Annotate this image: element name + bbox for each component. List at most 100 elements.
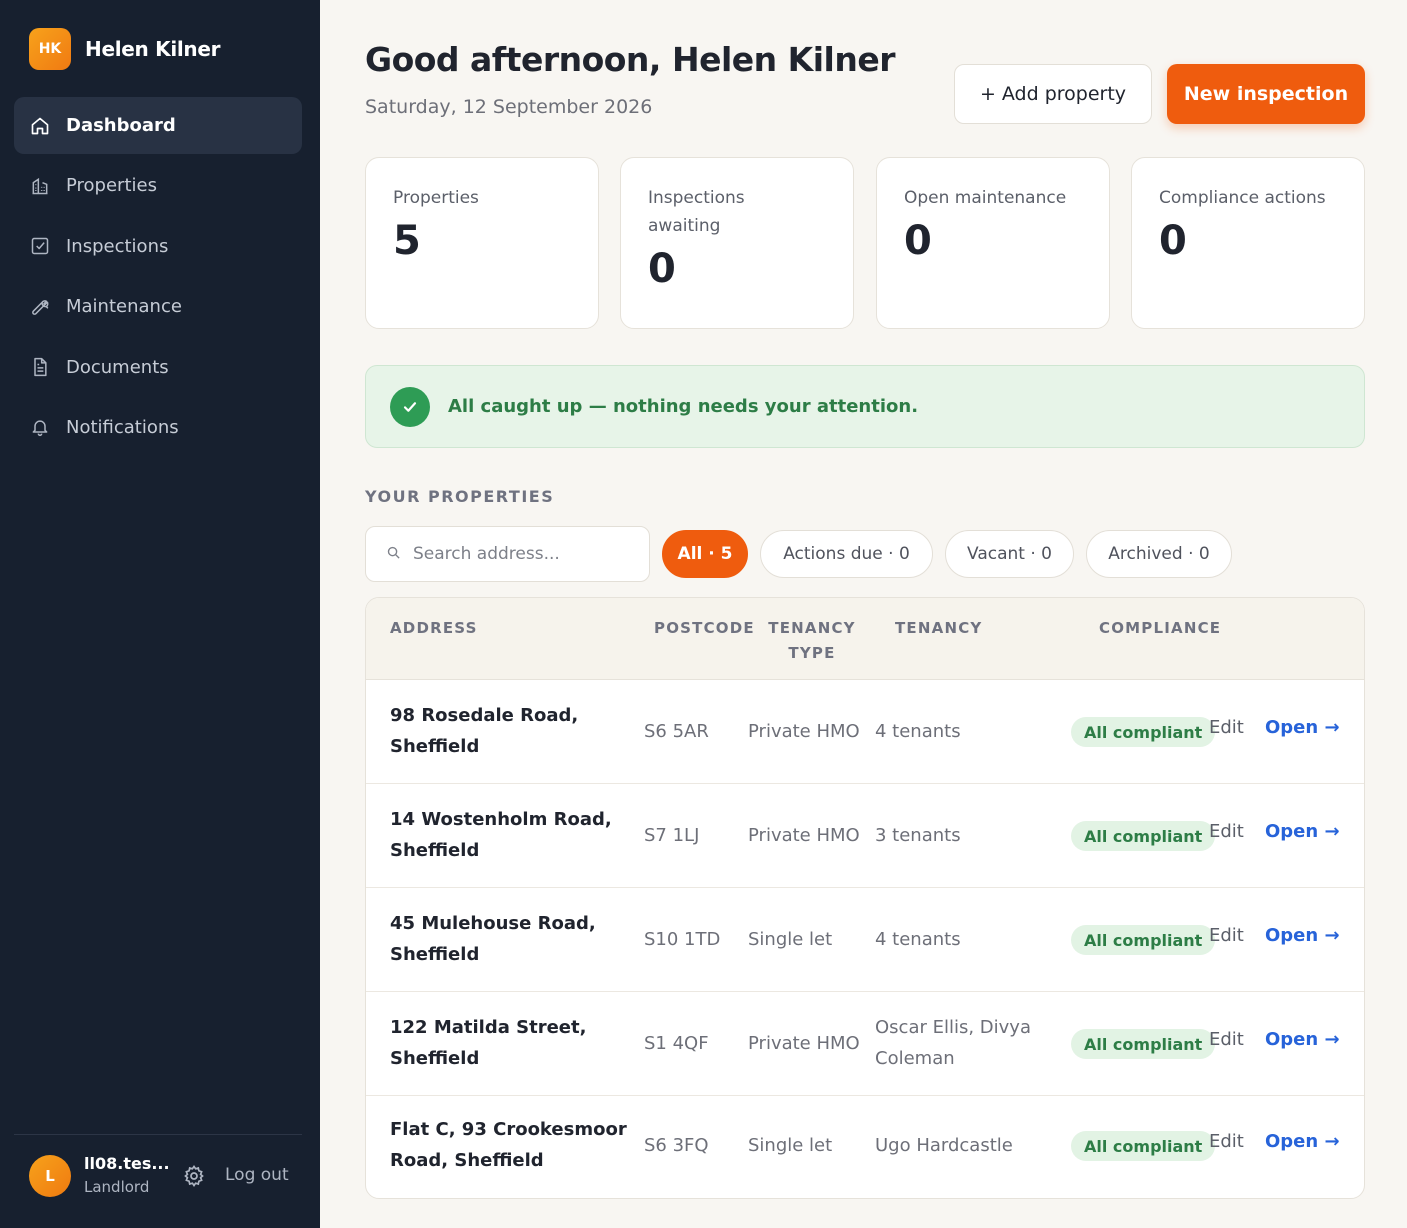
stat-label: Compliance actions: [1159, 188, 1326, 208]
search-input[interactable]: [413, 544, 633, 564]
alert-message: All caught up — nothing needs your atten…: [448, 396, 919, 417]
open-link[interactable]: Open →: [1265, 717, 1340, 738]
user-panel: L ll08.tes... Landlord Log out: [14, 1134, 302, 1228]
stat-value: 0: [1159, 218, 1187, 264]
bell-icon: [30, 417, 50, 437]
table-row[interactable]: 122 Matilda Street, Sheffield S1 4QF Pri…: [366, 992, 1364, 1096]
property-tenancy: Ugo Hardcastle: [875, 1135, 1013, 1156]
filter-all[interactable]: All · 5: [662, 530, 748, 578]
sidebar-item-label: Notifications: [66, 416, 179, 438]
edit-button[interactable]: Edit: [1209, 717, 1244, 738]
property-address[interactable]: 14 Wostenholm Road, Sheffield: [390, 804, 630, 866]
building-icon: [30, 176, 50, 196]
property-tenancy-type: Private HMO: [748, 825, 860, 846]
property-postcode: S6 5AR: [644, 721, 709, 742]
sidebar-item-label: Inspections: [66, 235, 169, 257]
edit-button[interactable]: Edit: [1209, 1131, 1244, 1152]
sidebar-item-label: Dashboard: [66, 115, 176, 136]
open-link[interactable]: Open →: [1265, 925, 1340, 946]
edit-button[interactable]: Edit: [1209, 1029, 1244, 1050]
column-header-tenancy[interactable]: TENANCY: [895, 616, 982, 641]
properties-table: ADDRESS POSTCODE TENANCY TYPE TENANCY CO…: [365, 597, 1365, 1199]
stat-label: Inspections awaiting: [648, 188, 745, 236]
table-row[interactable]: 14 Wostenholm Road, Sheffield S7 1LJ Pri…: [366, 784, 1364, 888]
filter-archived[interactable]: Archived · 0: [1086, 530, 1232, 578]
column-header-tenancy-type[interactable]: TENANCY TYPE: [762, 616, 862, 666]
home-icon: [30, 116, 50, 136]
sidebar-item-label: Maintenance: [66, 296, 182, 318]
edit-button[interactable]: Edit: [1209, 821, 1244, 842]
open-link[interactable]: Open →: [1265, 1131, 1340, 1152]
brand: HK Helen Kilner: [29, 28, 221, 70]
current-date: Saturday, 12 September 2026: [365, 96, 653, 118]
sidebar-item-notifications[interactable]: Notifications: [14, 399, 302, 456]
property-tenancy: 4 tenants: [875, 929, 961, 950]
column-header-compliance[interactable]: COMPLIANCE: [1099, 616, 1221, 641]
stat-card-inspections-awaiting[interactable]: Inspections awaiting 0: [620, 157, 854, 329]
property-postcode: S6 3FQ: [644, 1135, 709, 1156]
property-tenancy-type: Single let: [748, 1135, 833, 1156]
checkbox-icon: [30, 236, 50, 256]
column-header-postcode[interactable]: POSTCODE: [654, 616, 755, 641]
edit-button[interactable]: Edit: [1209, 925, 1244, 946]
sidebar-item-properties[interactable]: Properties: [14, 157, 302, 214]
section-title: YOUR PROPERTIES: [365, 487, 555, 506]
logout-button[interactable]: Log out: [225, 1165, 289, 1185]
open-link[interactable]: Open →: [1265, 1029, 1340, 1050]
gear-icon[interactable]: [182, 1164, 206, 1188]
sidebar-item-inspections[interactable]: Inspections: [14, 218, 302, 275]
search-icon: [386, 545, 401, 564]
property-tenancy-type: Private HMO: [748, 721, 860, 742]
stat-card-compliance-actions[interactable]: Compliance actions 0: [1131, 157, 1365, 329]
property-postcode: S7 1LJ: [644, 825, 700, 846]
property-tenancy: 4 tenants: [875, 721, 961, 742]
add-property-button[interactable]: + Add property: [954, 64, 1152, 124]
sidebar-item-dashboard[interactable]: Dashboard: [14, 97, 302, 154]
column-header-address[interactable]: ADDRESS: [390, 616, 478, 641]
stat-label: Open maintenance: [904, 188, 1067, 208]
property-address[interactable]: Flat C, 93 Crookesmoor Road, Sheffield: [390, 1114, 630, 1176]
stat-card-open-maintenance[interactable]: Open maintenance 0: [876, 157, 1110, 329]
page-title: Good afternoon, Helen Kilner: [365, 40, 895, 79]
status-badge: All compliant: [1071, 925, 1216, 955]
table-row[interactable]: 45 Mulehouse Road, Sheffield S10 1TD Sin…: [366, 888, 1364, 992]
property-address[interactable]: 98 Rosedale Road, Sheffield: [390, 700, 630, 762]
property-postcode: S10 1TD: [644, 929, 721, 950]
property-tenancy: 3 tenants: [875, 825, 961, 846]
stat-value: 0: [904, 218, 932, 264]
sidebar-item-label: Properties: [66, 175, 157, 197]
new-inspection-button[interactable]: New inspection: [1167, 64, 1365, 124]
status-alert: All caught up — nothing needs your atten…: [365, 365, 1365, 448]
property-tenancy-type: Single let: [748, 929, 833, 950]
brand-name: Helen Kilner: [85, 37, 221, 61]
avatar[interactable]: L: [29, 1155, 71, 1197]
search-field[interactable]: [365, 526, 650, 582]
filter-actions-due[interactable]: Actions due · 0: [760, 530, 933, 578]
user-role: Landlord: [84, 1178, 150, 1196]
user-email: ll08.tes...: [84, 1154, 170, 1173]
check-circle-icon: [390, 386, 430, 427]
property-postcode: S1 4QF: [644, 1033, 709, 1054]
open-link[interactable]: Open →: [1265, 821, 1340, 842]
brand-logo: HK: [29, 28, 71, 70]
sidebar-item-documents[interactable]: Documents: [14, 339, 302, 396]
table-header: ADDRESS POSTCODE TENANCY TYPE TENANCY CO…: [366, 598, 1364, 680]
document-icon: [30, 357, 50, 377]
sidebar-item-maintenance[interactable]: Maintenance: [14, 278, 302, 335]
table-row[interactable]: 98 Rosedale Road, Sheffield S6 5AR Priva…: [366, 680, 1364, 784]
property-address[interactable]: 45 Mulehouse Road, Sheffield: [390, 908, 630, 970]
sidebar-item-label: Documents: [66, 356, 169, 378]
status-badge: All compliant: [1071, 821, 1216, 851]
status-badge: All compliant: [1071, 1131, 1216, 1161]
stat-value: 0: [648, 246, 676, 292]
property-tenancy-type: Private HMO: [748, 1033, 860, 1054]
wrench-icon: [30, 297, 50, 317]
sidebar-nav: Dashboard Properties Inspections Mainten…: [14, 97, 302, 459]
property-address[interactable]: 122 Matilda Street, Sheffield: [390, 1012, 630, 1074]
stat-card-properties[interactable]: Properties 5: [365, 157, 599, 329]
property-tenancy: Oscar Ellis, Divya Coleman: [875, 1017, 1031, 1069]
filter-vacant[interactable]: Vacant · 0: [945, 530, 1074, 578]
status-badge: All compliant: [1071, 1029, 1216, 1059]
status-badge: All compliant: [1071, 717, 1216, 747]
table-row[interactable]: Flat C, 93 Crookesmoor Road, Sheffield S…: [366, 1096, 1364, 1198]
